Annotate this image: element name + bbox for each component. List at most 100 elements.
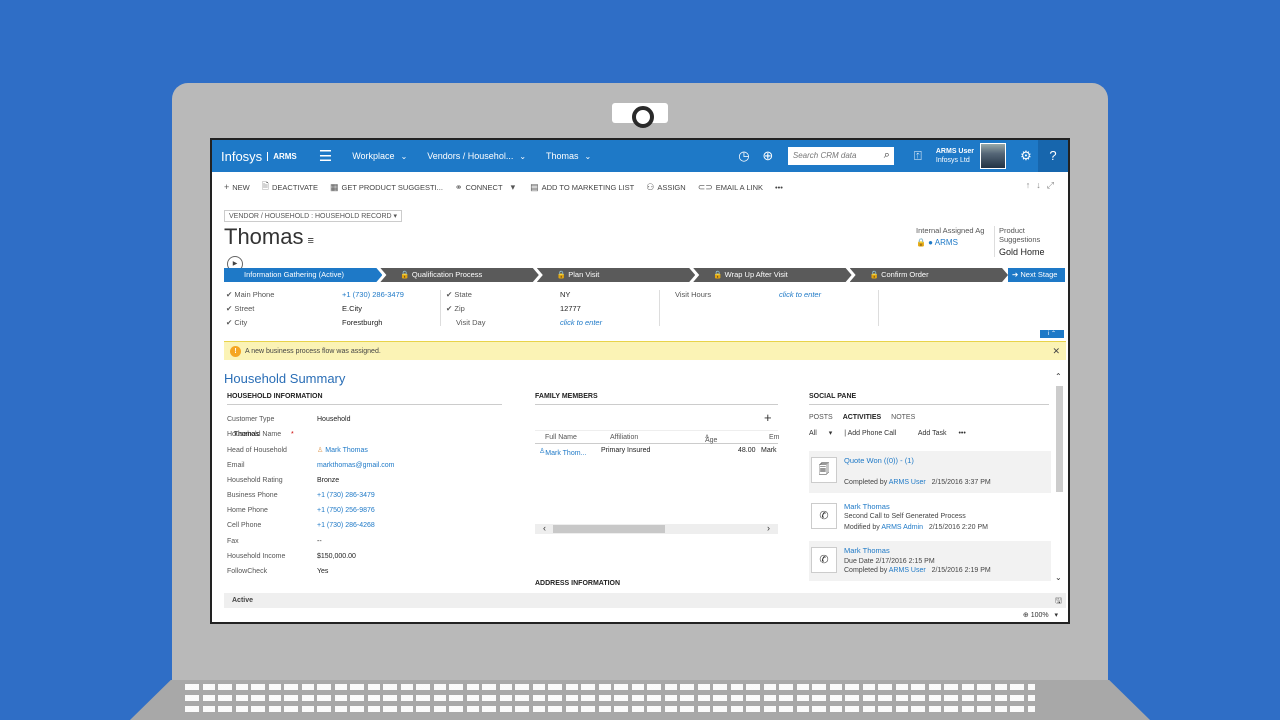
section-title: Household Summary: [224, 371, 346, 386]
brand-logo[interactable]: Infosys ARMS: [212, 149, 297, 164]
close-icon[interactable]: ✕: [1052, 342, 1060, 361]
tab-notes[interactable]: NOTES: [891, 414, 915, 421]
help-button[interactable]: ?: [1038, 140, 1068, 172]
scroll-down-icon[interactable]: ⌄: [1055, 573, 1062, 582]
menu-icon[interactable]: ☰: [319, 147, 332, 165]
field-label: Household Income: [227, 552, 286, 560]
field-label: Home Phone: [227, 507, 268, 515]
scroll-left-icon[interactable]: ‹: [543, 523, 546, 533]
add-phone-call-button[interactable]: | Add Phone Call: [844, 430, 906, 437]
tab-activities[interactable]: ACTIVITIES: [843, 414, 882, 421]
column-header[interactable]: Age ˄: [705, 434, 717, 444]
field-value[interactable]: Household: [317, 416, 350, 423]
column-header[interactable]: Em: [769, 434, 780, 441]
field-value[interactable]: $150,000.00: [317, 553, 356, 560]
new-button[interactable]: + NEW: [224, 182, 250, 192]
scroll-up-icon[interactable]: ⌃: [1055, 372, 1062, 381]
recent-clock-icon[interactable]: ◷: [732, 148, 756, 164]
add-to-marketing-list-button[interactable]: ▤ ADD TO MARKETING LIST: [530, 182, 634, 193]
chevron-down-icon[interactable]: ⌄: [519, 152, 526, 161]
email-link-button[interactable]: ⊂⊃ EMAIL A LINK: [698, 182, 763, 193]
stage-plan-visit[interactable]: 🔒 Plan Visit: [537, 268, 695, 282]
field-value[interactable]: +1 (750) 256-9876: [317, 507, 375, 514]
member-name[interactable]: ♙ Mark Thom...: [539, 447, 586, 457]
activity-item[interactable]: 🗐 Quote Won ((0)) - (1) Completed by ARM…: [809, 451, 1051, 493]
header-field-agent[interactable]: Internal Assigned Ag 🔒 ● ARMS: [916, 226, 984, 247]
header-field-value[interactable]: 🔒 ● ARMS: [916, 238, 984, 247]
user-info[interactable]: ARMS User Infosys Ltd: [936, 147, 974, 165]
field-value[interactable]: Forestburgh: [342, 318, 382, 327]
record-nav-arrows[interactable]: ↑↓⤢: [1026, 180, 1060, 191]
tab-posts[interactable]: POSTS: [809, 414, 833, 421]
vertical-scrollbar[interactable]: ⌃ ⌄: [1055, 372, 1064, 582]
list-icon[interactable]: ≡: [307, 235, 313, 247]
field-value[interactable]: +1 (730) 286-3479: [342, 290, 404, 299]
activity-title[interactable]: Mark Thomas: [844, 502, 890, 511]
field-value[interactable]: +1 (730) 286-4268: [317, 522, 375, 529]
zoom-control[interactable]: ⊕ 100% ▾: [1023, 611, 1058, 619]
form-selector[interactable]: VENDOR / HOUSEHOLD : HOUSEHOLD RECORD ▾: [224, 210, 403, 222]
chevron-down-icon[interactable]: ⌄: [401, 152, 408, 161]
filter-select[interactable]: All ▾: [809, 430, 832, 437]
add-task-button[interactable]: Add Task: [918, 430, 947, 437]
assign-button[interactable]: ⚇ ASSIGN: [646, 182, 685, 193]
next-stage-button[interactable]: ➔ Next Stage: [1008, 268, 1065, 282]
divider: [659, 290, 660, 326]
stage-qualification[interactable]: 🔒 Qualification Process: [380, 268, 538, 282]
keyboard: [185, 684, 1035, 720]
scroll-thumb[interactable]: [1056, 386, 1063, 492]
nav-record[interactable]: Thomas ⌄: [546, 151, 591, 161]
field-value[interactable]: NY: [560, 290, 570, 299]
column-header[interactable]: Affiliation: [610, 434, 638, 441]
field-value[interactable]: click to enter: [779, 290, 821, 299]
activity-title[interactable]: Quote Won ((0)) - (1): [844, 456, 914, 465]
field-value[interactable]: Mark Thomas: [325, 447, 368, 454]
field-value[interactable]: +1 (730) 286-3479: [317, 492, 375, 499]
add-family-member-icon[interactable]: +: [764, 410, 772, 425]
chevron-down-icon[interactable]: ▾: [511, 182, 516, 193]
brand-name: Infosys: [221, 148, 263, 164]
activity-item[interactable]: ✆ Mark Thomas Second Call to Self Genera…: [809, 497, 1051, 539]
field-value[interactable]: markthomas@gmail.com: [317, 462, 395, 469]
field-value[interactable]: Bronze: [317, 477, 339, 484]
search-icon[interactable]: ⌕: [884, 149, 890, 162]
horizontal-scrollbar[interactable]: ‹ ›: [535, 523, 778, 534]
deactivate-button[interactable]: 🗎 DEACTIVATE: [262, 179, 318, 195]
gear-icon[interactable]: ⚙: [1014, 148, 1038, 164]
field-value[interactable]: E.City: [342, 304, 362, 313]
field-value[interactable]: Yes: [317, 568, 328, 575]
webcam-icon: [612, 103, 668, 128]
field-value[interactable]: click to enter: [560, 318, 602, 327]
more-commands-button[interactable]: •••: [775, 183, 783, 192]
stage-wrap-up[interactable]: 🔒 Wrap Up After Visit: [693, 268, 851, 282]
more-icon[interactable]: •••: [958, 430, 965, 437]
stage-confirm-order[interactable]: 🔒 Confirm Order: [850, 268, 1008, 282]
field-value[interactable]: Thomas: [234, 431, 259, 438]
field-value[interactable]: 12777: [560, 304, 581, 313]
scroll-thumb[interactable]: [553, 525, 665, 533]
advanced-find-icon[interactable]: ⍐: [906, 148, 930, 164]
divider: [440, 290, 441, 326]
scroll-right-icon[interactable]: ›: [767, 523, 770, 533]
connect-button[interactable]: ⚭ CONNECT ▾: [455, 182, 518, 193]
field-value[interactable]: --: [317, 538, 322, 545]
collapse-process-button[interactable]: i ⌃: [1040, 330, 1064, 338]
save-icon[interactable]: 🖫: [1055, 593, 1062, 608]
stage-information-gathering[interactable]: Information Gathering (Active): [224, 268, 382, 282]
get-product-suggestions-button[interactable]: ▦ GET PRODUCT SUGGESTI...: [330, 182, 443, 193]
nav-workplace[interactable]: Workplace ⌄: [352, 151, 407, 161]
table-row[interactable]: ♙ Mark Thom... Primary Insured 48.00 Mar…: [535, 444, 778, 462]
process-bar: Information Gathering (Active) 🔒 Qualifi…: [224, 268, 1006, 282]
household-field-row: Cell Phone +1 (730) 286-4268: [227, 522, 507, 529]
activity-item[interactable]: ✆ Mark Thomas Due Date 2/17/2016 2:15 PM…: [809, 541, 1051, 581]
create-plus-icon[interactable]: ⊕: [756, 148, 780, 164]
column-header[interactable]: Full Name: [545, 434, 577, 441]
activity-title[interactable]: Mark Thomas: [844, 546, 890, 555]
quote-icon: 🗐: [811, 457, 837, 483]
header-field-label: Internal Assigned Ag: [916, 226, 985, 235]
nav-vendors[interactable]: Vendors / Househol... ⌄: [427, 151, 526, 161]
cmd-label: NEW: [232, 182, 250, 192]
avatar[interactable]: [980, 143, 1006, 169]
search-input[interactable]: Search CRM data ⌕: [787, 147, 894, 165]
chevron-down-icon[interactable]: ⌄: [585, 152, 592, 161]
